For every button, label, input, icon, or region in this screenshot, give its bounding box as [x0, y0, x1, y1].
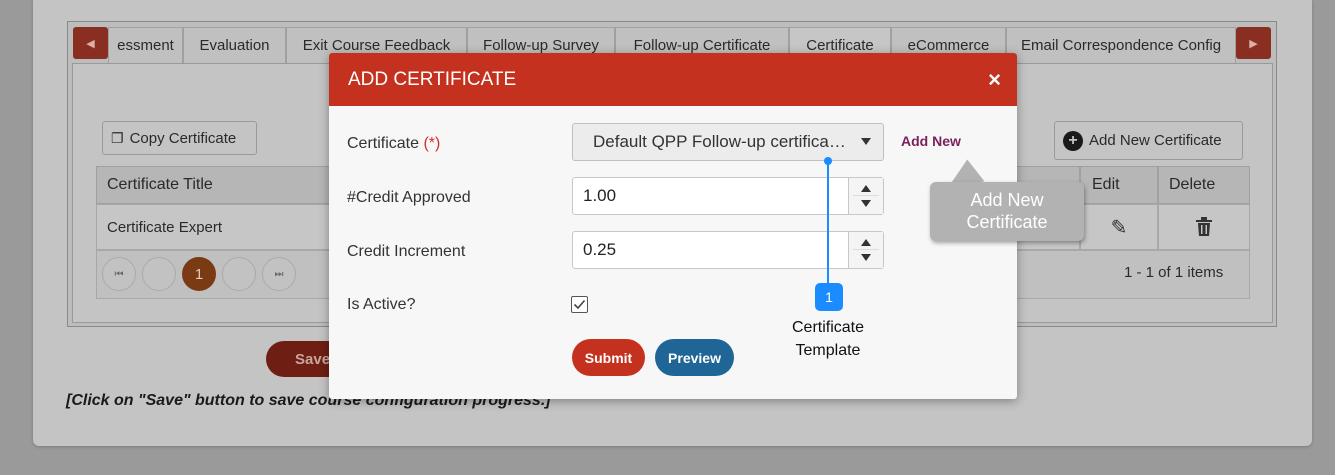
row-certificate-title: Certificate Expert [107, 218, 223, 236]
add-new-certificate-label: Add New Certificate [1089, 132, 1222, 149]
close-icon[interactable]: × [988, 69, 1001, 91]
tooltip-text: Add New Certificate [966, 190, 1048, 232]
credit-approved-value: 1.00 [583, 186, 617, 205]
credit-approved-stepper[interactable] [848, 178, 883, 214]
first-page-icon: ⏮ [114, 268, 124, 280]
add-new-certificate-button[interactable]: + Add New Certificate [1054, 121, 1243, 160]
last-page-icon: ⏭ [274, 268, 284, 280]
callout-line [827, 161, 829, 285]
credit-increment-label: Credit Increment [347, 243, 466, 260]
pager-next-button[interactable] [222, 257, 256, 291]
pager-summary: 1 - 1 of 1 items [1124, 264, 1224, 281]
edit-icon[interactable]: ✎ [1111, 215, 1128, 240]
tabs-scroll-right-button[interactable]: ▶ [1236, 27, 1271, 59]
add-certificate-modal: ADD CERTIFICATE × Certificate (*) Defaul… [329, 53, 1017, 399]
certificate-label: Certificate (*) [347, 135, 440, 153]
tab-email-correspondence-config[interactable]: Email Correspondence Config [1006, 27, 1236, 63]
copy-certificate-label: Copy Certificate [129, 129, 237, 147]
add-new-tooltip: Add New Certificate [930, 182, 1084, 241]
callout-dot [824, 157, 832, 165]
caret-right-icon: ▶ [1249, 37, 1258, 50]
column-header-delete: Delete [1158, 166, 1250, 204]
submit-button[interactable]: Submit [572, 339, 645, 376]
required-mark: (*) [423, 135, 441, 152]
tabs-scroll-left-button[interactable]: ◀ [73, 27, 108, 59]
pager-first-button[interactable]: ⏮ [102, 257, 136, 291]
chevron-down-icon [861, 138, 871, 145]
credit-increment-stepper[interactable] [848, 232, 883, 268]
row-delete-cell [1158, 204, 1250, 250]
pager-last-button[interactable]: ⏭ [262, 257, 296, 291]
plus-circle-icon: + [1063, 130, 1083, 151]
spin-down-icon[interactable] [861, 254, 871, 261]
callout-badge: 1 [815, 283, 843, 311]
modal-title: ADD CERTIFICATE [348, 68, 517, 90]
is-active-checkbox[interactable] [571, 296, 588, 313]
credit-approved-label: #Credit Approved [347, 189, 471, 206]
copy-certificate-button[interactable]: ❐ Copy Certificate [102, 121, 257, 155]
spin-down-icon[interactable] [861, 200, 871, 207]
spin-up-icon[interactable] [861, 239, 871, 246]
certificate-select[interactable]: Default QPP Follow-up certifica… [572, 123, 884, 161]
spin-up-icon[interactable] [861, 185, 871, 192]
trash-icon[interactable] [1195, 217, 1213, 237]
add-new-link[interactable]: Add New [901, 133, 961, 149]
pager-page-button[interactable]: 1 [182, 257, 216, 291]
modal-header: ADD CERTIFICATE [329, 53, 1017, 106]
credit-increment-value: 0.25 [583, 240, 617, 259]
credit-increment-input[interactable]: 0.25 [572, 231, 884, 269]
credit-approved-input[interactable]: 1.00 [572, 177, 884, 215]
copy-icon: ❐ [111, 129, 124, 146]
tab-assessment[interactable]: essment [108, 27, 183, 63]
callout-label: Certificate Template [791, 319, 865, 359]
certificate-select-value: Default QPP Follow-up certifica… [593, 132, 846, 151]
pager-prev-button[interactable] [142, 257, 176, 291]
certificate-label-text: Certificate [347, 135, 424, 152]
caret-left-icon: ◀ [86, 37, 95, 50]
is-active-label: Is Active? [347, 296, 416, 313]
column-header-edit: Edit [1080, 166, 1158, 204]
tab-evaluation[interactable]: Evaluation [183, 27, 286, 63]
row-edit-cell: ✎ [1080, 204, 1158, 250]
preview-button[interactable]: Preview [655, 339, 734, 376]
column-header-certificate-title[interactable]: Certificate Title [96, 166, 336, 204]
checkmark-icon [573, 299, 586, 310]
